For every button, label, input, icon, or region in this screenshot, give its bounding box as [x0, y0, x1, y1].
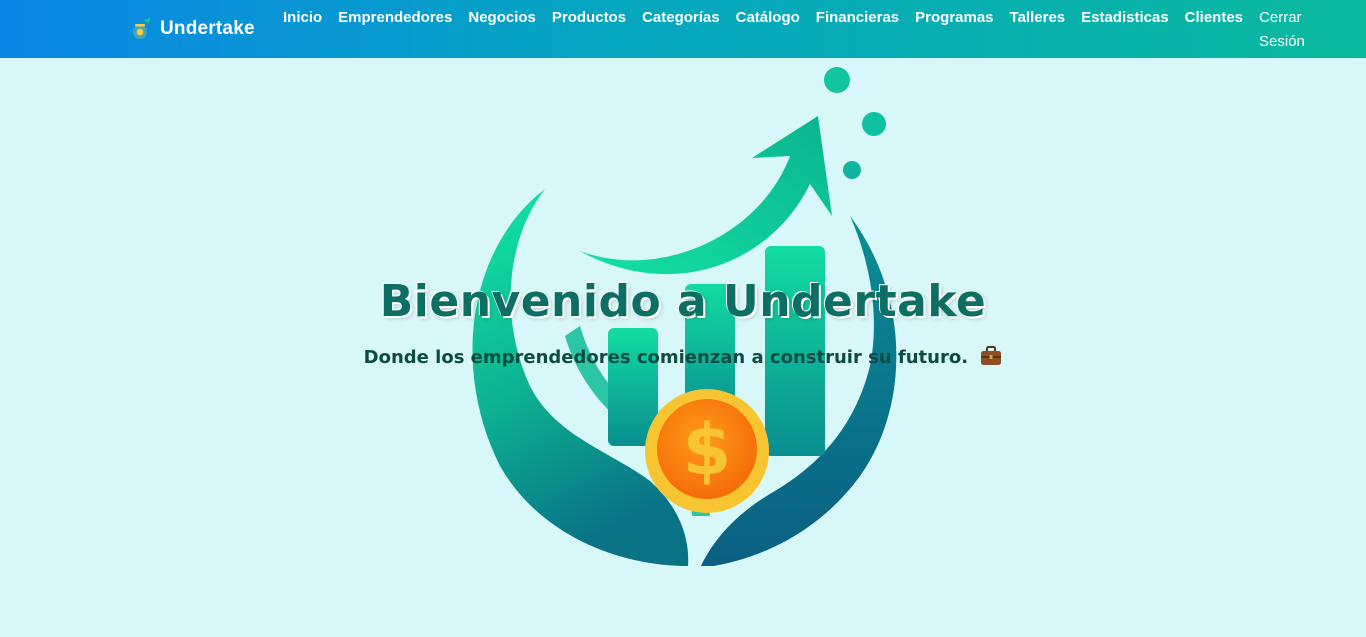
nav-item-talleres[interactable]: Talleres	[1002, 6, 1074, 30]
brand-name: Undertake	[160, 18, 255, 39]
nav-item-financieras[interactable]: Financieras	[808, 6, 907, 30]
hero-title: Bienvenido a Undertake	[379, 276, 987, 327]
nav-item-clientes[interactable]: Clientes	[1177, 6, 1251, 30]
nav-item-programas[interactable]: Programas	[907, 6, 1001, 30]
nav-item-emprendedores[interactable]: Emprendedores	[330, 6, 460, 30]
decorative-dot	[824, 67, 850, 93]
brand-link[interactable]: Undertake	[128, 14, 255, 44]
briefcase-icon	[981, 346, 1002, 365]
hero-section: $ Bienvenido a Undertake Donde los empre…	[0, 58, 1366, 637]
nav-item-estadisticas[interactable]: Estadisticas	[1073, 6, 1177, 30]
nav-item-catalogo[interactable]: Catálogo	[728, 6, 808, 30]
money-bag-icon	[133, 17, 151, 39]
nav-links: Inicio Emprendedores Negocios Productos …	[275, 6, 1317, 56]
nav-item-productos[interactable]: Productos	[544, 6, 634, 30]
hero-subtitle-text: Donde los emprendedores comienzan a cons…	[363, 347, 969, 368]
logout-link[interactable]: Cerrar Sesión	[1251, 6, 1317, 56]
decorative-dot	[862, 112, 886, 136]
nav-item-inicio[interactable]: Inicio	[275, 6, 330, 30]
hero-subtitle: Donde los emprendedores comienzan a cons…	[0, 346, 1366, 368]
nav-item-negocios[interactable]: Negocios	[460, 6, 544, 30]
top-navbar: Undertake Inicio Emprendedores Negocios …	[0, 0, 1366, 58]
coin-symbol: $	[683, 409, 732, 491]
decorative-dot	[843, 161, 861, 179]
nav-item-categorias[interactable]: Categorías	[634, 6, 728, 30]
